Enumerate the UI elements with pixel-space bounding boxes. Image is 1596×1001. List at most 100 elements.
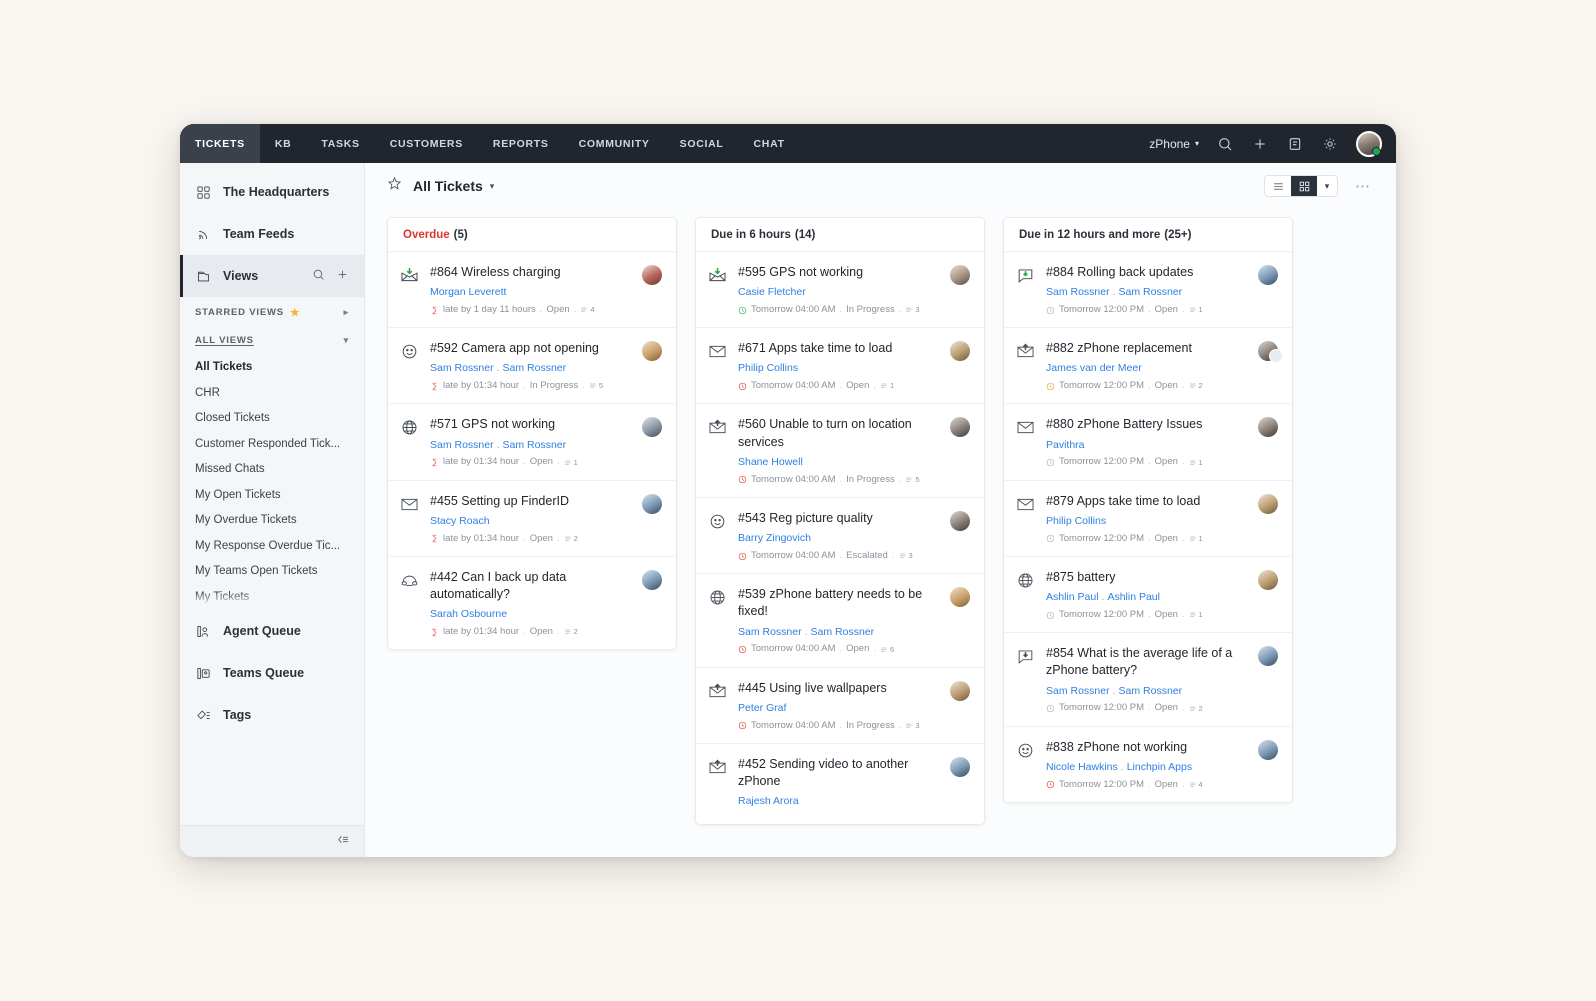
ticket-title[interactable]: #539 zPhone battery needs to be fixed! — [738, 586, 940, 621]
ticket-assignee-avatar[interactable] — [642, 417, 662, 438]
ticket-card[interactable]: #455 Setting up FinderID Stacy Roach late … — [388, 481, 676, 557]
ticket-assignee-avatar[interactable] — [950, 756, 970, 777]
list-view-button[interactable] — [1265, 176, 1291, 196]
ticket-assignee-avatar[interactable] — [1258, 569, 1278, 590]
ticket-person[interactable]: Nicole Hawkins — [1046, 761, 1118, 773]
gear-icon[interactable] — [1321, 135, 1339, 153]
view-list-item[interactable]: Missed Chats — [180, 457, 364, 483]
ticket-person[interactable]: Peter Graf — [738, 702, 786, 714]
ticket-person[interactable]: Stacy Roach — [430, 515, 490, 527]
sidebar-item-headquarters[interactable]: The Headquarters — [180, 171, 364, 213]
ticket-person[interactable]: Sam Rossner — [1046, 286, 1110, 298]
ticket-person[interactable]: Sam Rossner — [503, 362, 567, 374]
ticket-card[interactable]: #879 Apps take time to load Philip Collin… — [1004, 481, 1292, 557]
ticket-title[interactable]: #592 Camera app not opening — [430, 340, 632, 357]
ticket-person[interactable]: Sarah Osbourne — [430, 608, 507, 620]
notes-icon[interactable] — [1286, 135, 1304, 153]
view-list-item[interactable]: My Response Overdue Tic... — [180, 534, 364, 560]
ticket-assignee-avatar[interactable] — [1258, 646, 1278, 667]
ticket-card[interactable]: #539 zPhone battery needs to be fixed! Sa… — [696, 574, 984, 668]
ticket-assignee-avatar[interactable] — [642, 265, 662, 285]
favorite-star-icon[interactable] — [387, 176, 402, 196]
ticket-person[interactable]: Sam Rossner — [811, 626, 875, 638]
nav-tab-tickets[interactable]: TICKETS — [180, 124, 260, 163]
ticket-title[interactable]: #880 zPhone Battery Issues — [1046, 416, 1248, 433]
ticket-assignee-avatar[interactable] — [642, 569, 662, 590]
ticket-person[interactable]: Barry Zingovich — [738, 532, 811, 544]
more-options-icon[interactable]: ⋯ — [1355, 179, 1372, 194]
nav-tab-customers[interactable]: CUSTOMERS — [375, 124, 478, 163]
ticket-title[interactable]: #452 Sending video to another zPhone — [738, 756, 940, 791]
product-switcher[interactable]: zPhone ▾ — [1149, 137, 1199, 151]
ticket-person[interactable]: Ashlin Paul — [1046, 591, 1099, 603]
sidebar-item-team-feeds[interactable]: Team Feeds — [180, 213, 364, 255]
ticket-person[interactable]: Sam Rossner — [1119, 286, 1183, 298]
chevron-down-icon[interactable]: ▾ — [490, 181, 495, 192]
ticket-assignee-avatar[interactable] — [642, 341, 662, 362]
user-avatar[interactable] — [1356, 130, 1382, 157]
nav-tab-tasks[interactable]: TASKS — [306, 124, 374, 163]
ticket-title[interactable]: #882 zPhone replacement — [1046, 340, 1248, 357]
ticket-person[interactable]: Shane Howell — [738, 456, 803, 468]
view-options-caret-icon[interactable]: ▾ — [1317, 176, 1337, 196]
ticket-assignee-avatar[interactable] — [950, 587, 970, 608]
ticket-assignee-avatar[interactable] — [1258, 493, 1278, 514]
starred-views-section[interactable]: STARRED VIEWS ★ ▸ — [180, 297, 364, 326]
ticket-person[interactable]: Sam Rossner — [1046, 685, 1110, 697]
ticket-card[interactable]: #592 Camera app not opening Sam Rossner. S… — [388, 328, 676, 405]
ticket-assignee-avatar[interactable] — [1258, 265, 1278, 285]
ticket-title[interactable]: #854 What is the average life of a zPhon… — [1046, 645, 1248, 680]
ticket-title[interactable]: #875 battery — [1046, 569, 1248, 586]
ticket-assignee-avatar[interactable] — [642, 493, 662, 514]
ticket-title[interactable]: #442 Can I back up data automatically? — [430, 569, 632, 604]
view-list-item[interactable]: My Tickets — [180, 585, 364, 606]
ticket-card[interactable]: #838 zPhone not working Nicole Hawkins. Li… — [1004, 727, 1292, 802]
ticket-person[interactable]: Linchpin Apps — [1127, 761, 1192, 773]
ticket-person[interactable]: Sam Rossner — [430, 439, 494, 451]
ticket-person[interactable]: Sam Rossner — [738, 626, 802, 638]
add-icon[interactable] — [1251, 135, 1269, 153]
ticket-person[interactable]: Sam Rossner — [503, 439, 567, 451]
ticket-title[interactable]: #445 Using live wallpapers — [738, 680, 940, 697]
ticket-person[interactable]: James van der Meer — [1046, 362, 1142, 374]
sidebar-item-agent-queue[interactable]: Agent Queue — [180, 610, 364, 652]
view-list-item[interactable]: My Overdue Tickets — [180, 508, 364, 534]
ticket-title[interactable]: #560 Unable to turn on location services — [738, 416, 940, 451]
ticket-card[interactable]: #880 zPhone Battery Issues Pavithra Tomorr… — [1004, 404, 1292, 481]
ticket-title[interactable]: #864 Wireless charging — [430, 264, 632, 281]
ticket-person[interactable]: Philip Collins — [738, 362, 798, 374]
view-list-item[interactable]: My Teams Open Tickets — [180, 559, 364, 585]
ticket-assignee-avatar[interactable] — [1258, 417, 1278, 438]
ticket-person[interactable]: Sam Rossner — [430, 362, 494, 374]
collapse-sidebar-icon[interactable] — [335, 833, 350, 851]
board-view-button[interactable] — [1291, 176, 1317, 196]
ticket-title[interactable]: #571 GPS not working — [430, 416, 632, 433]
ticket-title[interactable]: #455 Setting up FinderID — [430, 493, 632, 510]
ticket-title[interactable]: #543 Reg picture quality — [738, 510, 940, 527]
ticket-person[interactable]: Philip Collins — [1046, 515, 1106, 527]
ticket-person[interactable]: Ashlin Paul — [1107, 591, 1160, 603]
ticket-card[interactable]: #560 Unable to turn on location services… — [696, 404, 984, 498]
sidebar-item-views[interactable]: Views — [180, 255, 364, 297]
ticket-title[interactable]: #671 Apps take time to load — [738, 340, 940, 357]
ticket-assignee-avatar[interactable] — [950, 510, 970, 531]
views-search-icon[interactable] — [312, 268, 325, 284]
sidebar-item-teams-queue[interactable]: Teams Queue — [180, 652, 364, 694]
nav-tab-social[interactable]: SOCIAL — [665, 124, 739, 163]
view-list-item[interactable]: CHR — [180, 381, 364, 407]
ticket-card[interactable]: #884 Rolling back updates Sam Rossner. Sam… — [1004, 252, 1292, 329]
ticket-title[interactable]: #884 Rolling back updates — [1046, 264, 1248, 281]
ticket-card[interactable]: #875 battery Ashlin Paul. Ashlin Paul Tomor… — [1004, 557, 1292, 634]
ticket-assignee-avatar[interactable] — [950, 265, 970, 285]
ticket-card[interactable]: #854 What is the average life of a zPhon… — [1004, 633, 1292, 727]
ticket-card[interactable]: #671 Apps take time to load Philip Collin… — [696, 328, 984, 405]
nav-tab-community[interactable]: COMMUNITY — [564, 124, 665, 163]
ticket-assignee-avatar[interactable] — [1258, 341, 1283, 364]
ticket-person[interactable]: Morgan Leverett — [430, 286, 506, 298]
ticket-card[interactable]: #571 GPS not working Sam Rossner. Sam Ross… — [388, 404, 676, 481]
ticket-title[interactable]: #595 GPS not working — [738, 264, 940, 281]
ticket-card[interactable]: #452 Sending video to another zPhone Raje… — [696, 744, 984, 824]
ticket-title[interactable]: #838 zPhone not working — [1046, 739, 1248, 756]
ticket-person[interactable]: Rajesh Arora — [738, 795, 799, 807]
ticket-assignee-avatar[interactable] — [950, 680, 970, 701]
